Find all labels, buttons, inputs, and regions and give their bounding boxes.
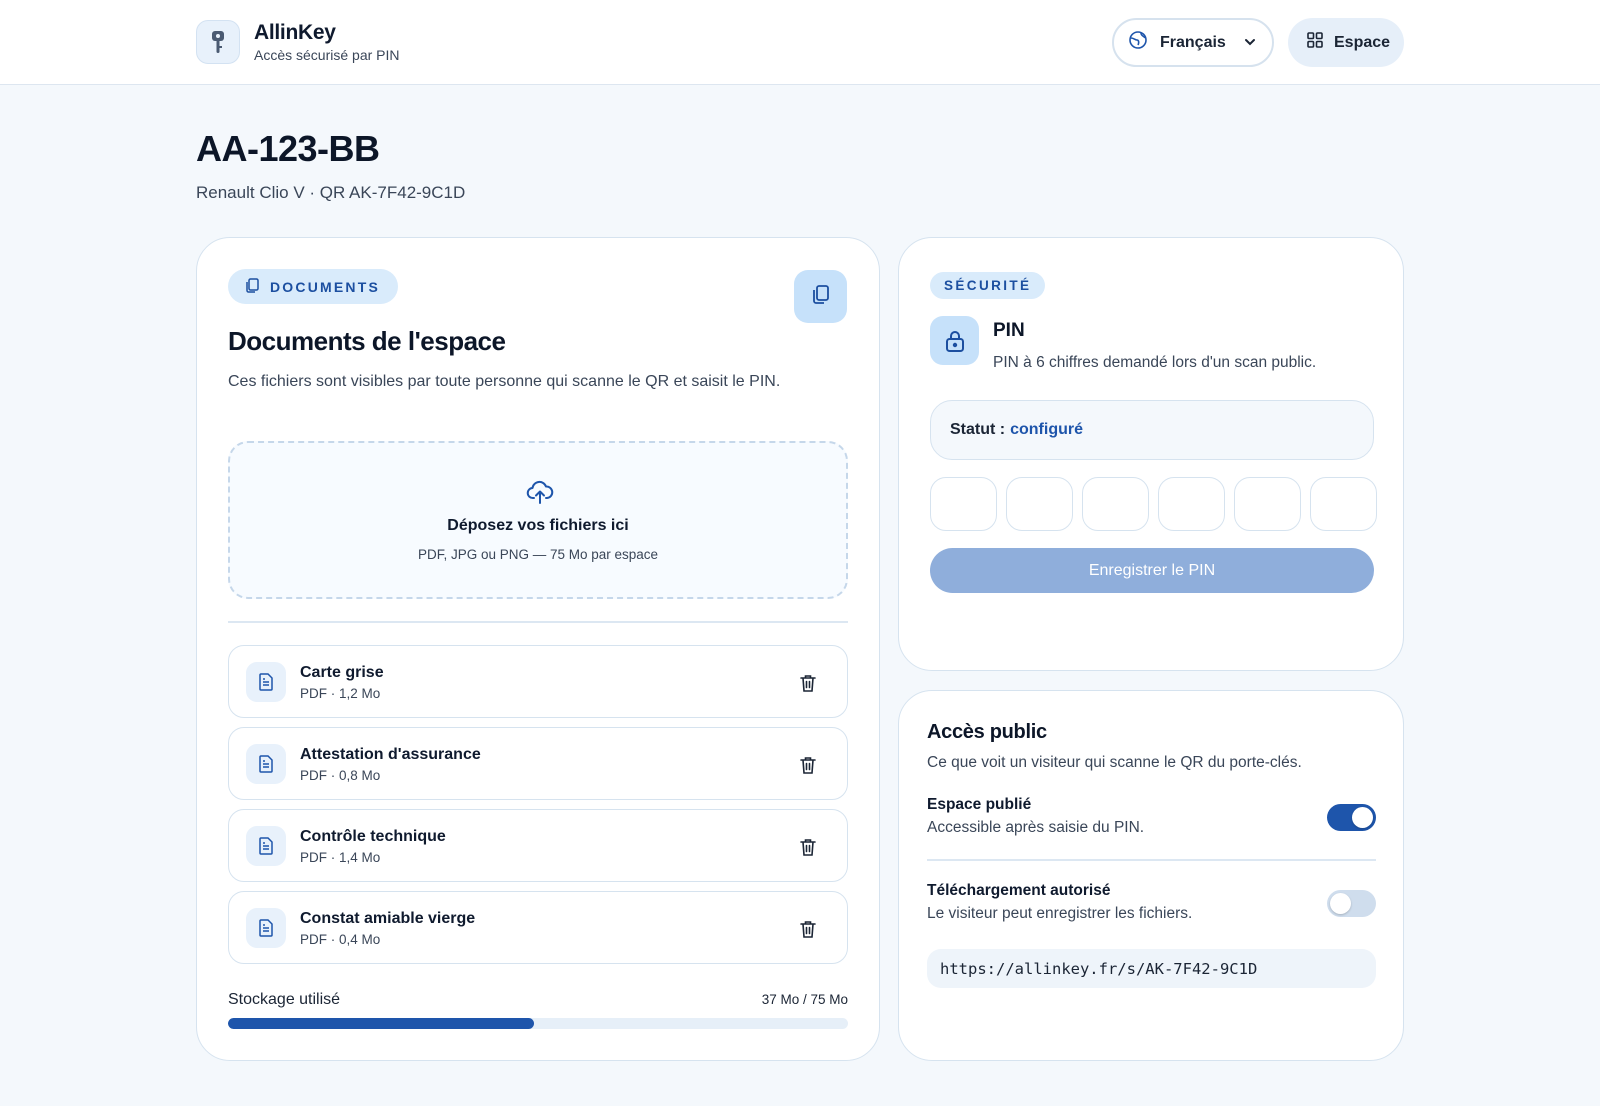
language-label: Français (1160, 33, 1226, 51)
toggle-knob (1330, 893, 1351, 914)
documents-card: DOCUMENTS Documents de l'espace Ces fich… (196, 237, 880, 1061)
language-select[interactable]: Français (1112, 18, 1274, 67)
pin-status: Statut : configuré (930, 400, 1374, 460)
file-text-icon (246, 826, 286, 866)
top-bar: AllinKey Accès sécurisé par PIN Français… (0, 0, 1600, 85)
toggle-knob (1352, 807, 1373, 828)
storage-label: Stockage utilisé (228, 991, 341, 1008)
file-name: Carte grise (300, 664, 384, 681)
file-row[interactable]: Attestation d'assurance PDF · 0,8 Mo (228, 727, 848, 800)
file-text-icon (246, 744, 286, 784)
pin-digit-input[interactable] (1082, 477, 1149, 531)
file-row[interactable]: Carte grise PDF · 1,2 Mo (228, 645, 848, 718)
option-title: Téléchargement autorisé (927, 882, 1111, 899)
space-button[interactable]: Espace (1288, 18, 1404, 67)
option-title: Espace publié (927, 796, 1032, 813)
pin-input-group (930, 477, 1377, 531)
documents-icon-button[interactable] (794, 270, 847, 323)
file-name: Constat amiable vierge (300, 910, 476, 927)
storage-value: 37 Mo / 75 Mo (761, 992, 848, 1007)
brand[interactable]: AllinKey Accès sécurisé par PIN (196, 20, 400, 64)
option-description: Accessible après saisie du PIN. (927, 819, 1145, 836)
download-toggle[interactable] (1327, 890, 1376, 917)
space-button-label: Espace (1334, 33, 1391, 51)
page-title: AA-123-BB (196, 128, 380, 169)
file-meta: PDF · 1,2 Mo (300, 686, 381, 701)
copy-icon (810, 283, 832, 310)
page-subtitle: Renault Clio V · QR AK-7F42-9C1D (196, 183, 466, 202)
file-meta: PDF · 0,4 Mo (300, 932, 381, 947)
brand-name: AllinKey (254, 21, 336, 44)
security-pill: SÉCURITÉ (930, 272, 1046, 299)
pin-status-label: Statut : (950, 421, 1006, 438)
dropzone-title: Déposez vos fichiers ici (447, 517, 629, 534)
file-dropzone[interactable]: Déposez vos fichiers ici PDF, JPG ou PNG… (228, 441, 848, 599)
pin-title: PIN (993, 320, 1025, 341)
copy-icon (244, 277, 260, 296)
pin-digit-input[interactable] (1310, 477, 1377, 531)
file-meta: PDF · 1,4 Mo (300, 850, 381, 865)
documents-title: Documents de l'espace (228, 326, 506, 356)
key-icon (196, 20, 240, 64)
brand-subtitle: Accès sécurisé par PIN (254, 47, 400, 63)
trash-icon[interactable] (797, 753, 819, 777)
public-access-description: Ce que voit un visiteur qui scanne le QR… (927, 754, 1302, 771)
documents-pill-label: DOCUMENTS (270, 278, 381, 295)
pin-digit-input[interactable] (1006, 477, 1073, 531)
dropzone-subtitle: PDF, JPG ou PNG — 75 Mo par espace (417, 547, 659, 562)
file-meta: PDF · 0,8 Mo (300, 768, 381, 783)
published-toggle[interactable] (1327, 804, 1376, 831)
cloud-upload-icon (526, 479, 554, 510)
divider (927, 859, 1376, 861)
documents-pill: DOCUMENTS (228, 269, 399, 304)
trash-icon[interactable] (797, 917, 819, 941)
public-url-field[interactable]: https://allinkey.fr/s/AK-7F42-9C1D (927, 949, 1376, 988)
public-access-card: Accès public Ce que voit un visiteur qui… (898, 690, 1404, 1061)
globe-icon (1128, 30, 1148, 55)
lock-icon (930, 316, 979, 365)
documents-description: Ces fichiers sont visibles par toute per… (228, 373, 781, 390)
file-name: Contrôle technique (300, 828, 446, 845)
file-text-icon (246, 908, 286, 948)
save-pin-button[interactable]: Enregistrer le PIN (930, 548, 1374, 593)
file-text-icon (246, 662, 286, 702)
trash-icon[interactable] (797, 835, 819, 859)
file-name: Attestation d'assurance (300, 746, 481, 763)
pin-digit-input[interactable] (1158, 477, 1225, 531)
pin-status-value: configuré (1010, 421, 1083, 438)
pin-digit-input[interactable] (1234, 477, 1301, 531)
storage-progress-bar (228, 1018, 848, 1029)
option-description: Le visiteur peut enregistrer les fichier… (927, 905, 1193, 922)
security-card: SÉCURITÉ PIN PIN à 6 chiffres demandé lo… (898, 237, 1404, 671)
public-access-title: Accès public (927, 721, 1047, 743)
pin-description: PIN à 6 chiffres demandé lors d'un scan … (993, 354, 1317, 371)
grid-icon (1306, 31, 1324, 54)
file-row[interactable]: Constat amiable vierge PDF · 0,4 Mo (228, 891, 848, 964)
file-row[interactable]: Contrôle technique PDF · 1,4 Mo (228, 809, 848, 882)
trash-icon[interactable] (797, 671, 819, 695)
divider (228, 621, 848, 623)
pin-digit-input[interactable] (930, 477, 997, 531)
chevron-down-icon (1242, 34, 1258, 55)
storage-progress-fill (228, 1018, 534, 1029)
